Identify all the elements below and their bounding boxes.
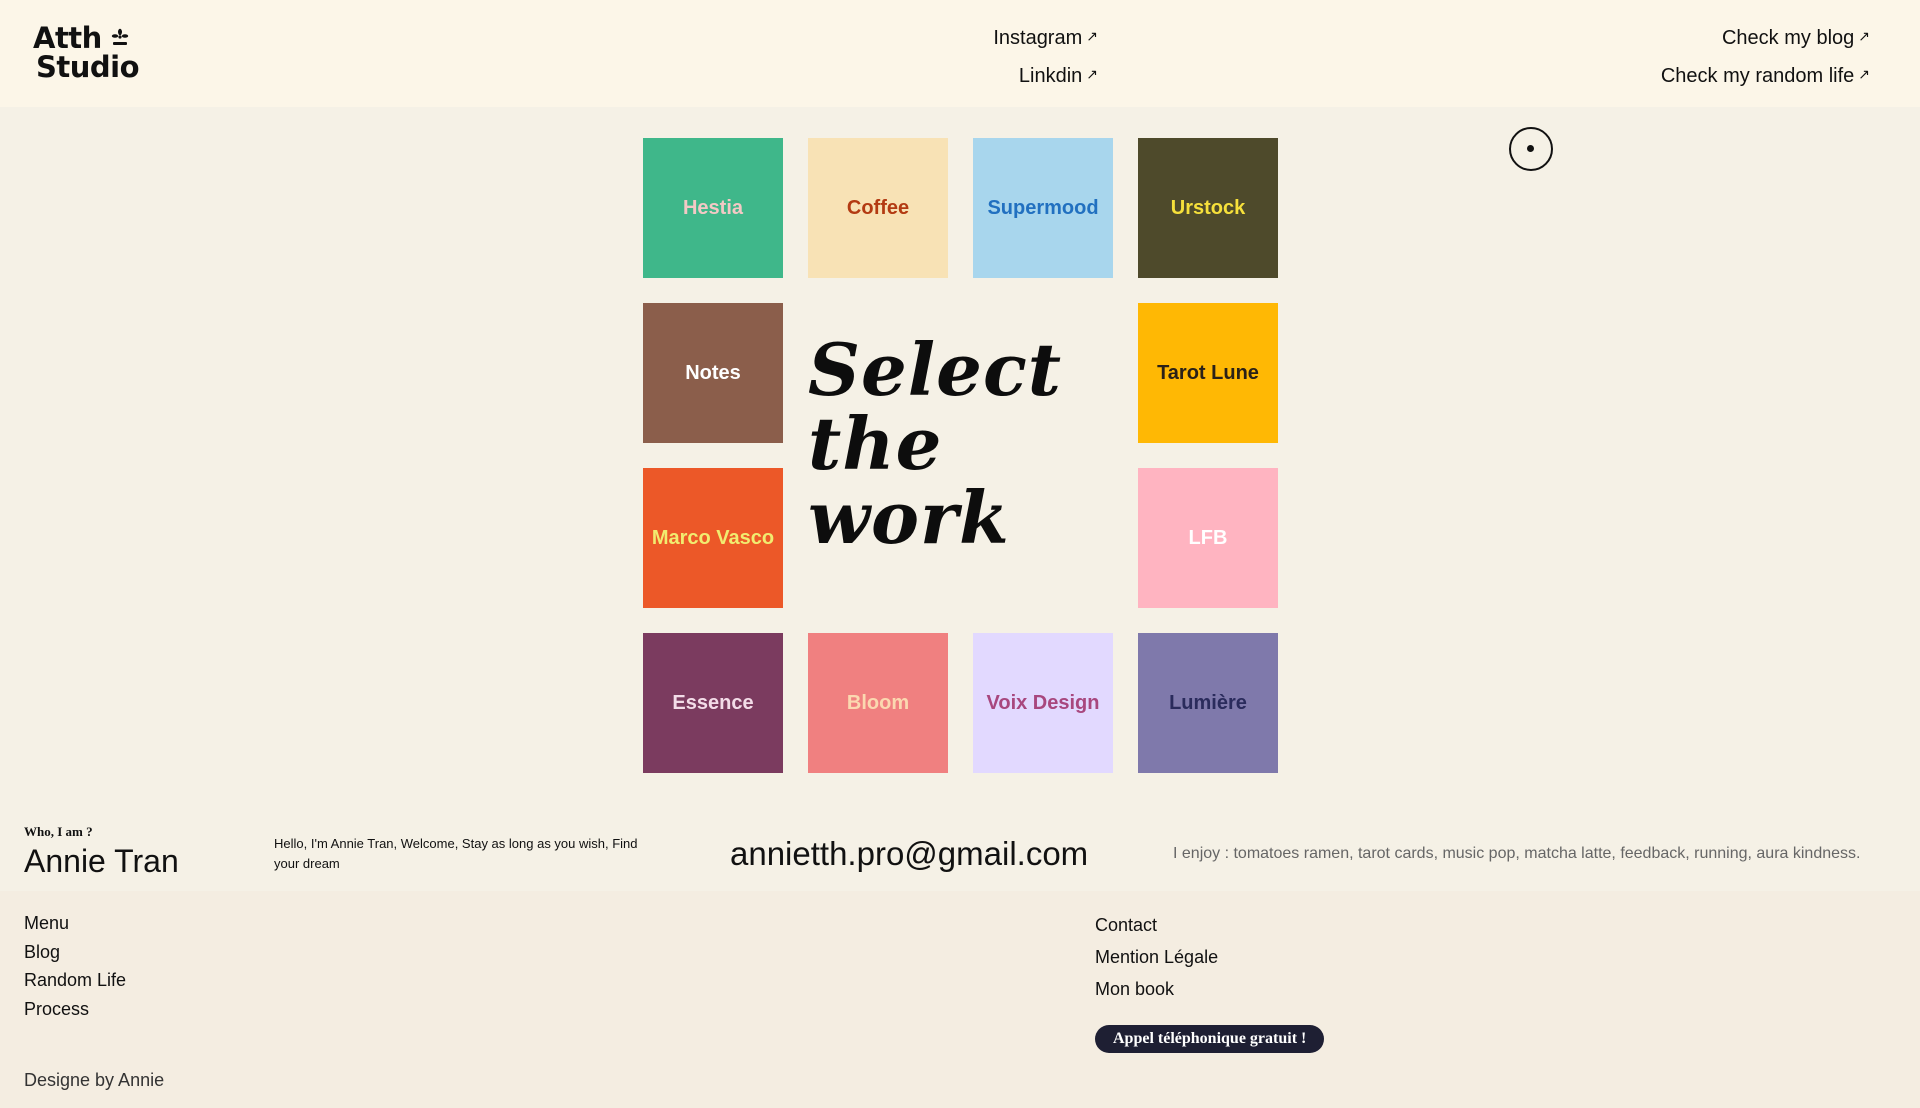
site-footer: Menu Blog Random Life Process Contact Me…: [0, 891, 1920, 1108]
work-tile-supermood[interactable]: Supermood: [973, 138, 1113, 278]
free-call-button[interactable]: Appel téléphonique gratuit !: [1095, 1025, 1325, 1053]
who-label: Who, I am ?: [24, 824, 93, 839]
random-life-link[interactable]: Check my random life ↗: [1661, 65, 1870, 88]
footer-link-blog[interactable]: Blog: [24, 938, 126, 967]
work-tile-label: Voix Design: [986, 691, 1100, 714]
work-tile-voix-design[interactable]: Voix Design: [973, 633, 1113, 773]
work-tile-label: Essence: [672, 691, 754, 714]
select-work-heading: Select the work: [808, 327, 1063, 560]
work-tile-urstock[interactable]: Urstock: [1138, 138, 1278, 278]
work-tile-label: Supermood: [987, 196, 1099, 219]
instagram-link[interactable]: Instagram ↗: [993, 27, 1098, 50]
work-tile-label: Bloom: [846, 691, 910, 714]
work-tile-lfb[interactable]: LFB: [1138, 468, 1278, 608]
external-arrow-icon: ↗: [1858, 28, 1870, 44]
work-tile-essence[interactable]: Essence: [643, 633, 783, 773]
work-tile-label: Marco Vasco: [651, 526, 775, 549]
work-tile-marco-vasco[interactable]: Marco Vasco: [643, 468, 783, 608]
linkedin-label: Linkdin: [1018, 65, 1083, 87]
email-link[interactable]: annietth.pro@gmail.com: [730, 835, 1088, 873]
external-arrow-icon: ↗: [1086, 66, 1098, 82]
linkedin-link[interactable]: Linkdin ↗: [1019, 65, 1098, 88]
logo-line2: Studio: [36, 50, 140, 84]
random-life-label: Check my random life: [1660, 65, 1855, 87]
work-tile-label: Coffee: [846, 196, 910, 219]
footer-menu-title: Menu: [24, 913, 70, 933]
blog-link[interactable]: Check my blog ↗: [1722, 27, 1870, 50]
footer-link-contact[interactable]: Contact: [1095, 909, 1218, 941]
work-tile-hestia[interactable]: Hestia: [643, 138, 783, 278]
work-tile-coffee[interactable]: Coffee: [808, 138, 948, 278]
work-tile-bloom[interactable]: Bloom: [808, 633, 948, 773]
footer-link-legal[interactable]: Mention Légale: [1095, 941, 1218, 973]
logo-flower-icon: [111, 28, 129, 45]
design-credit: Designe by Annie: [24, 1070, 165, 1090]
work-tile-lumiere[interactable]: Lumière: [1138, 633, 1278, 773]
footer-menu: Menu Blog Random Life Process: [24, 909, 126, 1023]
work-tile-notes[interactable]: Notes: [643, 303, 783, 443]
work-tile-label: Notes: [685, 361, 741, 384]
work-tile-label: Tarot Lune: [1157, 361, 1259, 384]
external-arrow-icon: ↗: [1858, 66, 1870, 82]
footer-link-random-life[interactable]: Random Life: [24, 966, 126, 995]
author-name: Annie Tran: [24, 843, 179, 879]
footer-info: Contact Mention Légale Mon book: [1095, 909, 1218, 1005]
welcome-text: Hello, I'm Annie Tran, Welcome, Stay as …: [274, 836, 638, 871]
interests-text: I enjoy : tomatoes ramen, tarot cards, m…: [1173, 845, 1861, 862]
external-arrow-icon: ↗: [1086, 28, 1098, 44]
work-tile-label: Lumière: [1169, 691, 1247, 714]
instagram-label: Instagram: [993, 27, 1083, 49]
footer-link-process[interactable]: Process: [24, 995, 126, 1024]
custom-cursor-dot: [1527, 145, 1534, 152]
footer-link-book[interactable]: Mon book: [1095, 973, 1218, 1005]
work-tile-label: Urstock: [1170, 196, 1246, 219]
site-header: Atth Studio Instagram ↗ Linkdin ↗ Check my…: [0, 0, 1920, 107]
work-tile-label: LFB: [1188, 526, 1228, 549]
work-tile-label: Hestia: [682, 196, 744, 219]
blog-label: Check my blog: [1721, 27, 1855, 49]
work-tile-tarot-lune[interactable]: Tarot Lune: [1138, 303, 1278, 443]
